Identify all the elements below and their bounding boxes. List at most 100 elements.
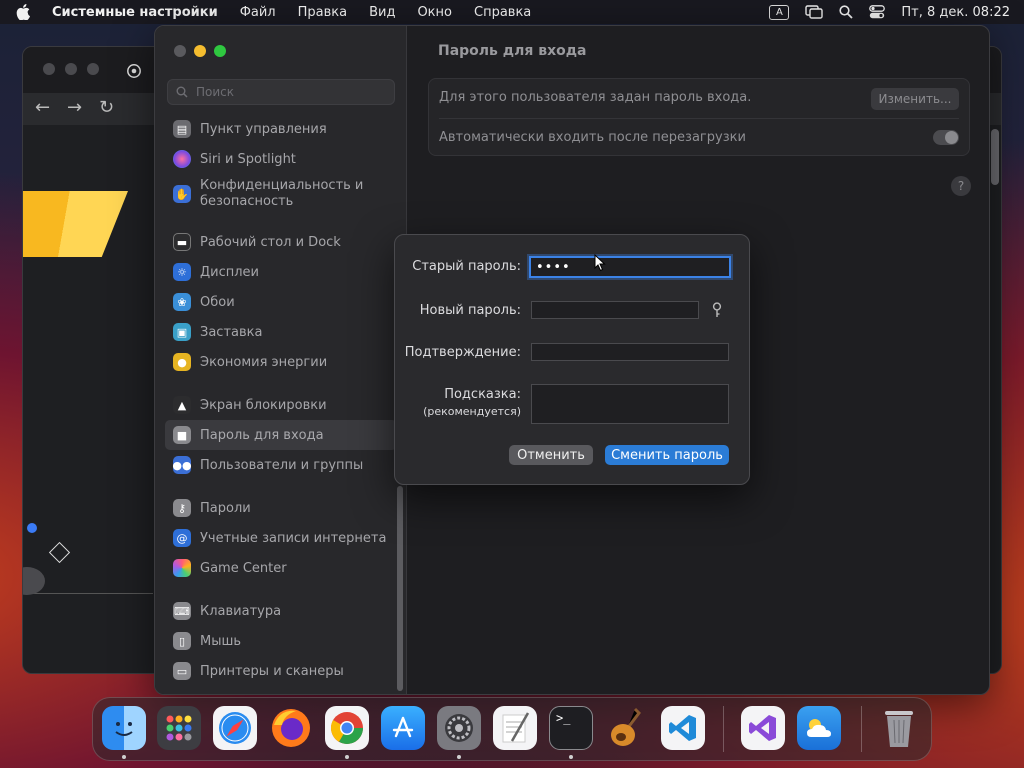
menu-file[interactable]: Файл [240, 5, 276, 20]
settings-running-dot [457, 755, 461, 759]
safari-icon[interactable] [213, 706, 257, 750]
hand-icon: ✋ [173, 185, 191, 203]
lock-icon: ■ [173, 426, 191, 444]
browser-scrollbar[interactable] [991, 129, 999, 185]
settings-sidebar: Поиск ▤ Пункт управления Siri и Spotligh… [155, 26, 407, 694]
keyboard-icon: ⌨ [173, 602, 191, 620]
content-divider [23, 593, 153, 594]
siri-icon [173, 150, 191, 168]
sidebar-search-field[interactable]: Поиск [167, 79, 395, 105]
sidebar-section-gap [165, 377, 397, 390]
browser-minimize-button[interactable] [65, 63, 77, 75]
sidebar-item-label: Экран блокировки [200, 397, 327, 413]
menu-edit[interactable]: Правка [298, 5, 347, 20]
sidebar-item-label: Принтеры и сканеры [200, 663, 344, 679]
hint-field[interactable] [531, 384, 729, 424]
cancel-button[interactable]: Отменить [509, 445, 593, 465]
back-arrow-icon[interactable]: ← [35, 97, 50, 118]
new-password-label: Новый пароль: [419, 303, 521, 318]
game-center-icon [173, 559, 191, 577]
sidebar-item-label: Рабочий стол и Dock [200, 234, 341, 250]
menu-help[interactable]: Справка [474, 5, 531, 20]
old-password-field[interactable] [529, 256, 731, 278]
chrome-tab-icon[interactable] [127, 63, 141, 82]
auto-login-toggle[interactable] [933, 130, 959, 145]
users-icon: ●● [172, 456, 192, 474]
firefox-icon[interactable] [269, 706, 313, 750]
window-close-button[interactable] [174, 45, 186, 57]
confirm-password-label: Подтверждение: [404, 345, 521, 360]
sidebar-item-login-password[interactable]: ■ Пароль для входа [165, 420, 397, 450]
sidebar-item-label: Siri и Spotlight [200, 151, 296, 167]
window-zoom-button[interactable] [214, 45, 226, 57]
screen-mirroring-icon[interactable] [805, 5, 824, 19]
reload-icon[interactable]: ↻ [99, 97, 114, 118]
change-password-button[interactable]: Изменить... [871, 88, 959, 110]
chrome-icon[interactable] [325, 706, 369, 750]
menu-app-name[interactable]: Системные настройки [52, 5, 218, 20]
blue-dot-indicator [27, 523, 37, 533]
sidebar-item-lock-screen[interactable]: ▲ Экран блокировки [165, 390, 397, 420]
trash-icon[interactable] [877, 706, 921, 750]
search-placeholder: Поиск [196, 85, 235, 99]
sidebar-item-label: Клавиатура [200, 603, 282, 619]
control-center-icon[interactable] [869, 5, 886, 19]
new-password-field[interactable] [531, 301, 699, 319]
dock-separator [861, 706, 862, 752]
sidebar-item-energy-saver[interactable]: ● Экономия энергии [165, 347, 397, 377]
sidebar-section-gap [165, 214, 397, 227]
sidebar-item-control-center[interactable]: ▤ Пункт управления [165, 114, 397, 144]
confirm-password-field[interactable] [531, 343, 729, 361]
spotlight-search-icon[interactable] [839, 5, 854, 19]
sidebar-item-game-center[interactable]: Game Center [165, 553, 397, 583]
window-minimize-button[interactable] [194, 45, 206, 57]
at-icon: @ [173, 529, 191, 547]
terminal-icon[interactable]: >_ [549, 706, 593, 750]
sidebar-item-internet-accounts[interactable]: @ Учетные записи интернета [165, 523, 397, 553]
sidebar-item-label: Пункт управления [200, 121, 327, 137]
terminal-running-dot [569, 755, 573, 759]
sidebar-scrollbar[interactable] [397, 486, 403, 691]
sidebar-item-mouse[interactable]: ▯ Мышь [165, 626, 397, 656]
sidebar-item-wallpaper[interactable]: ❀ Обои [165, 287, 397, 317]
help-button[interactable]: ? [951, 176, 971, 196]
finder-icon[interactable] [102, 706, 146, 750]
sidebar-item-displays[interactable]: ☼ Дисплеи [165, 257, 397, 287]
garageband-icon[interactable] [605, 706, 649, 750]
weather-icon[interactable] [797, 706, 841, 750]
textedit-icon[interactable] [493, 706, 537, 750]
browser-close-button[interactable] [43, 63, 55, 75]
sidebar-section-gap [165, 480, 397, 493]
search-icon [176, 86, 188, 98]
sidebar-item-printers-scanners[interactable]: ▭ Принтеры и сканеры [165, 656, 397, 686]
lock-screen-icon: ▲ [173, 396, 191, 414]
menu-window[interactable]: Окно [417, 5, 452, 20]
change-password-confirm-button[interactable]: Сменить пароль [605, 445, 729, 465]
menu-clock[interactable]: Пт, 8 дек. 08:22 [901, 5, 1010, 20]
system-settings-icon[interactable] [437, 706, 481, 750]
forward-arrow-icon[interactable]: → [67, 97, 82, 118]
sidebar-item-users-groups[interactable]: ●● Пользователи и группы [165, 450, 397, 480]
mouse-pointer-icon [594, 253, 606, 272]
dock-separator [723, 706, 724, 752]
sidebar-item-label: Пароль для входа [200, 427, 324, 443]
input-source-indicator[interactable]: A [769, 4, 790, 20]
browser-zoom-button[interactable] [87, 63, 99, 75]
launchpad-icon[interactable] [157, 706, 201, 750]
printer-icon: ▭ [173, 662, 191, 680]
visual-studio-icon[interactable] [741, 706, 785, 750]
app-store-icon[interactable] [381, 706, 425, 750]
vscode-icon[interactable] [661, 706, 705, 750]
sidebar-item-desktop-dock[interactable]: ▬ Рабочий стол и Dock [165, 227, 397, 257]
hint-recommended-label: (рекомендуется) [423, 405, 521, 418]
sidebar-item-screensaver[interactable]: ▣ Заставка [165, 317, 397, 347]
password-set-text: Для этого пользователя задан пароль вход… [439, 90, 752, 105]
sidebar-item-privacy-security[interactable]: ✋ Конфиденциальность и безопасность [165, 174, 397, 214]
sidebar-item-label: Game Center [200, 560, 287, 576]
apple-menu-icon[interactable] [16, 4, 38, 20]
sidebar-item-passwords[interactable]: ⚷ Пароли [165, 493, 397, 523]
menu-view[interactable]: Вид [369, 5, 395, 20]
sidebar-item-keyboard[interactable]: ⌨ Клавиатура [165, 596, 397, 626]
sidebar-item-siri-spotlight[interactable]: Siri и Spotlight [165, 144, 397, 174]
password-assistant-key-icon[interactable] [711, 302, 723, 318]
